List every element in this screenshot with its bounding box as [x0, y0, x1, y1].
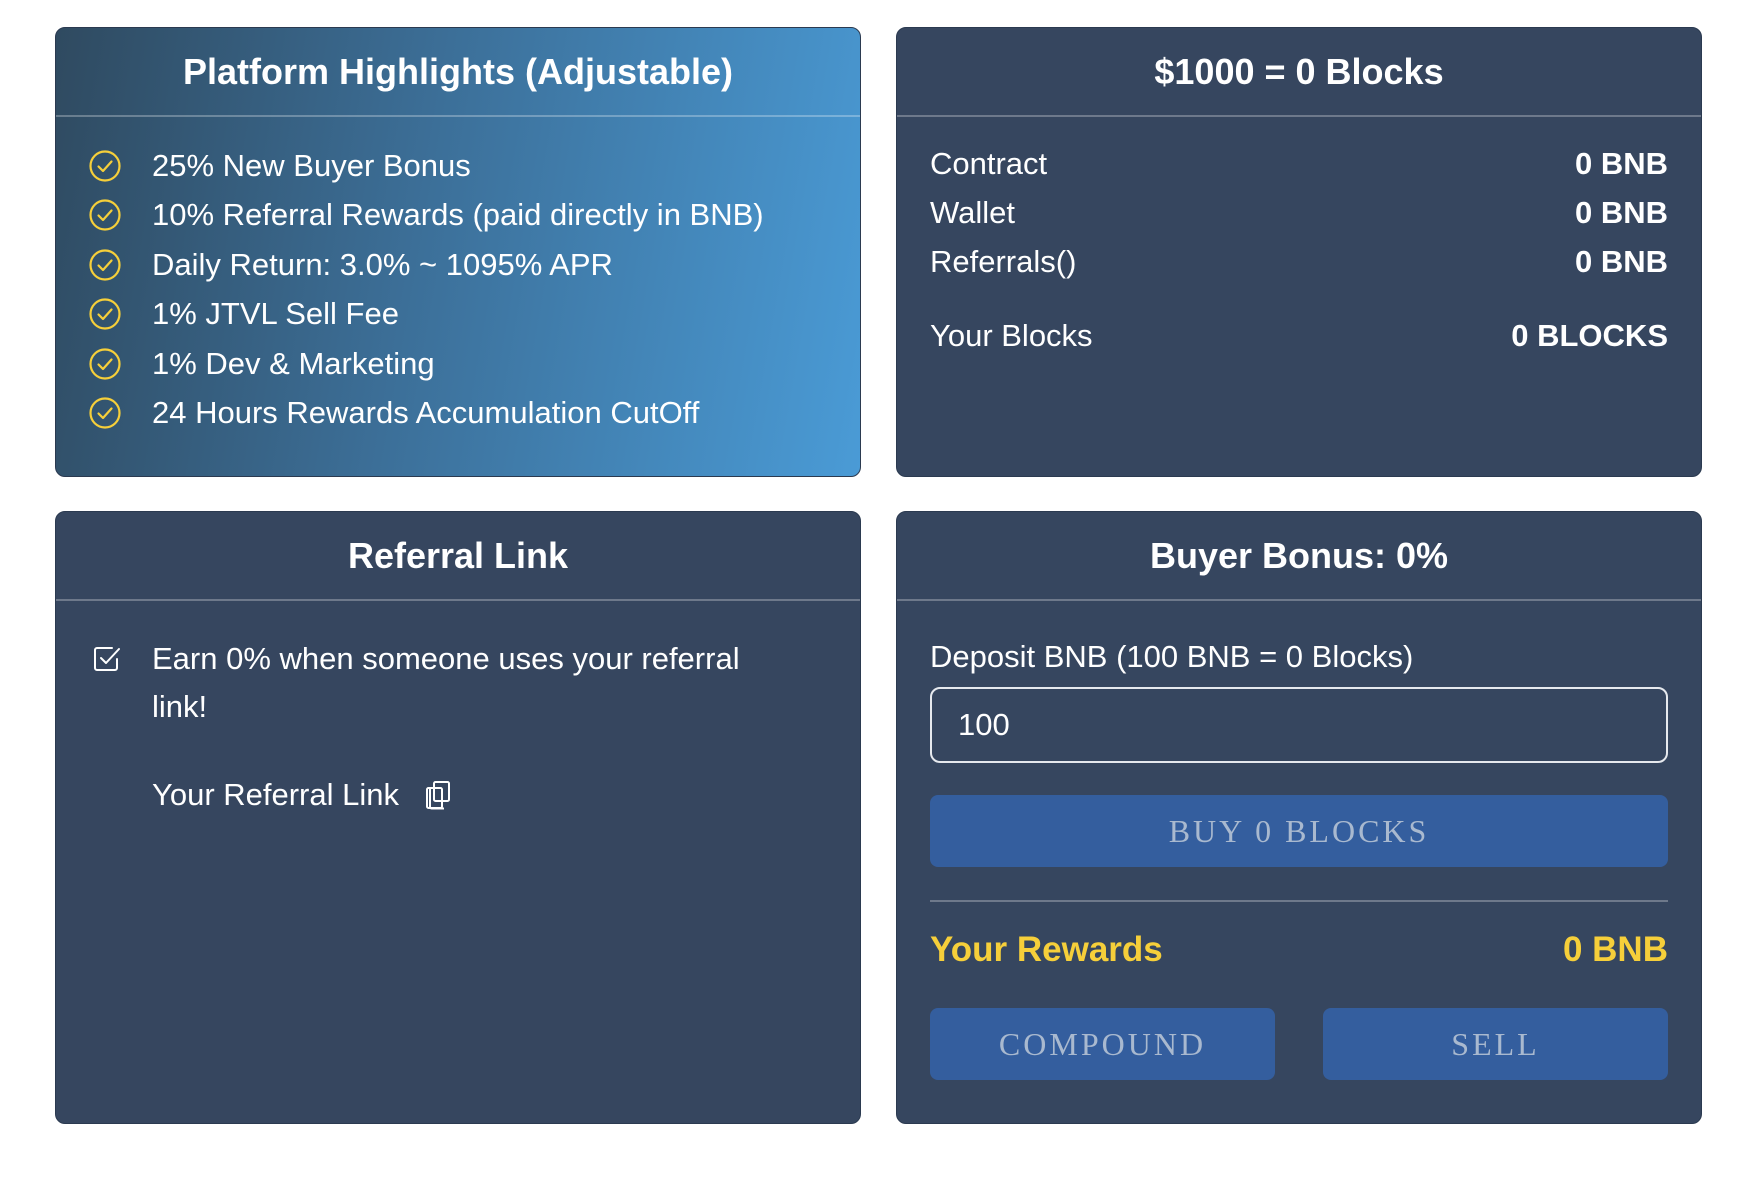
stat-row-contract: Contract 0 BNB [897, 139, 1701, 188]
highlights-title: Platform Highlights (Adjustable) [56, 28, 860, 117]
highlights-list: 25% New Buyer Bonus 10% Referral Rewards… [56, 117, 860, 438]
rewards-row: Your Rewards 0 BNB [930, 930, 1668, 970]
stats-card: $1000 = 0 Blocks Contract 0 BNB Wallet 0… [896, 27, 1702, 477]
highlight-item: 1% JTVL Sell Fee [56, 290, 860, 340]
referral-earn-line: Earn 0% when someone uses your referral … [56, 635, 860, 731]
copy-icon[interactable] [425, 780, 451, 810]
highlight-text: 1% Dev & Marketing [152, 345, 435, 381]
checkbox-checked-icon [94, 647, 120, 671]
stat-value: 0 BNB [1574, 145, 1668, 181]
stat-label: Contract [930, 145, 1048, 181]
referral-card: Referral Link Earn 0% when someone uses … [55, 511, 861, 1124]
buy-card: Buyer Bonus: 0% Deposit BNB (100 BNB = 0… [896, 511, 1702, 1124]
check-circle-icon [89, 397, 121, 429]
highlight-text: 1% JTVL Sell Fee [152, 296, 399, 332]
buy-title: Buyer Bonus: 0% [897, 512, 1701, 601]
deposit-label: Deposit BNB (100 BNB = 0 Blocks) [930, 639, 1414, 674]
stat-label: Referrals() [930, 243, 1077, 279]
check-circle-icon [89, 348, 121, 380]
highlight-item: 10% Referral Rewards (paid directly in B… [56, 191, 860, 241]
highlight-text: Daily Return: 3.0% ~ 1095% APR [152, 246, 613, 282]
check-circle-icon [89, 199, 121, 231]
stat-row-blocks: Your Blocks 0 BLOCKS [897, 311, 1701, 360]
stat-row-referrals: Referrals() 0 BNB [897, 237, 1701, 286]
highlight-item: 1% Dev & Marketing [56, 339, 860, 389]
check-circle-icon [89, 249, 121, 281]
divider [930, 900, 1668, 902]
stat-value: 0 BNB [1574, 194, 1668, 230]
highlight-text: 24 Hours Rewards Accumulation CutOff [152, 395, 700, 431]
highlight-item: 24 Hours Rewards Accumulation CutOff [56, 389, 860, 439]
stat-label: Your Blocks [930, 317, 1093, 353]
compound-button[interactable]: COMPOUND [930, 1008, 1275, 1080]
referral-title: Referral Link [56, 512, 860, 601]
check-circle-icon [89, 150, 121, 182]
stats-title: $1000 = 0 Blocks [897, 28, 1701, 117]
highlights-card: Platform Highlights (Adjustable) 25% New… [55, 27, 861, 477]
check-circle-icon [89, 298, 121, 330]
referral-earn-text: Earn 0% when someone uses your referral … [152, 641, 740, 724]
highlight-item: Daily Return: 3.0% ~ 1095% APR [56, 240, 860, 290]
referral-link-row: Your Referral Link [152, 777, 860, 813]
highlight-item: 25% New Buyer Bonus [56, 141, 860, 191]
deposit-input[interactable] [930, 687, 1668, 763]
stat-value: 0 BLOCKS [1511, 317, 1668, 353]
rewards-value: 0 BNB [1562, 930, 1668, 969]
sell-button[interactable]: SELL [1323, 1008, 1668, 1080]
stat-row-wallet: Wallet 0 BNB [897, 188, 1701, 237]
referral-link-label: Your Referral Link [152, 777, 399, 812]
buy-blocks-button[interactable]: BUY 0 BLOCKS [930, 795, 1668, 867]
highlight-text: 10% Referral Rewards (paid directly in B… [152, 197, 764, 233]
stats-list: Contract 0 BNB Wallet 0 BNB Referrals() … [897, 117, 1701, 360]
stat-value: 0 BNB [1574, 243, 1668, 279]
rewards-label: Your Rewards [930, 930, 1163, 969]
highlight-text: 25% New Buyer Bonus [152, 147, 471, 183]
stat-label: Wallet [930, 194, 1015, 230]
